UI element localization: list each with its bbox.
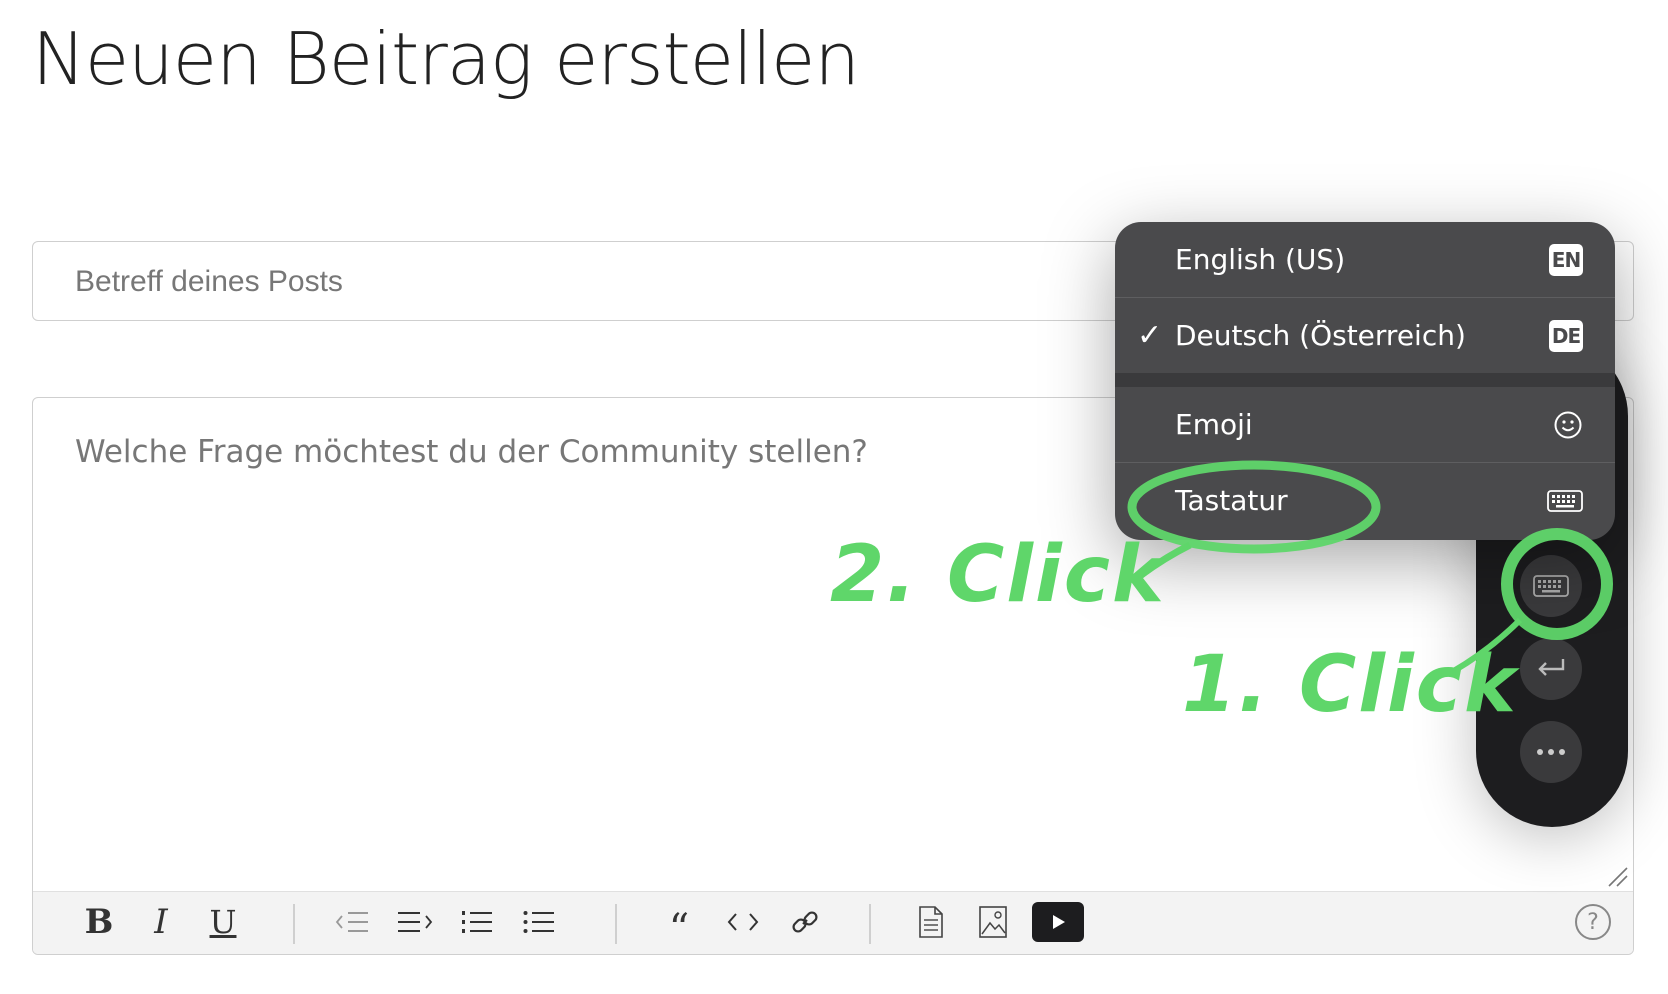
image-icon <box>979 906 1007 938</box>
keyboard-icon <box>1547 489 1583 512</box>
bullet-list-button[interactable] <box>515 900 563 944</box>
input-source-menu: English (US) EN ✓ Deutsch (Österreich) D… <box>1115 222 1615 540</box>
return-button[interactable] <box>1520 638 1582 700</box>
numbered-list-icon <box>462 911 492 933</box>
bold-icon: B <box>84 902 114 942</box>
insert-video-button[interactable] <box>1032 902 1084 942</box>
bold-button[interactable]: B <box>75 900 123 944</box>
more-options-button[interactable] <box>1520 721 1582 783</box>
formatting-toolbar: B I U “ ? <box>33 891 1633 954</box>
italic-icon: I <box>154 902 168 942</box>
language-badge-en: EN <box>1549 243 1583 276</box>
document-icon <box>919 906 943 938</box>
indent-icon <box>398 912 433 932</box>
keyboard-icon <box>1533 575 1569 597</box>
language-badge-de: DE <box>1549 319 1583 352</box>
smiley-icon <box>1554 411 1582 438</box>
bullet-list-icon <box>523 911 554 933</box>
more-icon <box>1537 749 1565 755</box>
subject-input[interactable] <box>73 264 977 300</box>
menu-item-label: Tastatur <box>1175 484 1288 517</box>
menu-section-gap <box>1115 373 1615 387</box>
annotation-step-2: 2. Click <box>830 530 1166 620</box>
code-icon <box>727 913 759 931</box>
code-button[interactable] <box>719 900 767 944</box>
toolbar-divider <box>615 904 617 944</box>
menu-item-label: Deutsch (Österreich) <box>1175 319 1466 352</box>
outdent-icon <box>335 912 368 932</box>
return-icon <box>1538 659 1565 676</box>
numbered-list-button[interactable] <box>453 900 501 944</box>
menu-item-english[interactable]: English (US) EN <box>1115 222 1615 297</box>
help-icon-glyph: ? <box>1587 909 1599 935</box>
italic-button[interactable]: I <box>137 900 185 944</box>
underline-button[interactable]: U <box>199 900 247 944</box>
attach-file-button[interactable] <box>907 900 955 944</box>
toolbar-divider <box>869 904 871 944</box>
quote-button[interactable]: “ <box>655 900 703 949</box>
checkmark-icon: ✓ <box>1137 318 1163 353</box>
menu-item-label: English (US) <box>1175 243 1346 276</box>
resize-handle-icon[interactable] <box>1607 866 1629 888</box>
quote-icon: “ <box>668 906 690 952</box>
help-button[interactable]: ? <box>1569 900 1617 944</box>
play-icon <box>1053 915 1065 929</box>
menu-item-emoji[interactable]: Emoji <box>1115 387 1615 462</box>
help-icon: ? <box>1575 904 1611 940</box>
menu-item-tastatur[interactable]: Tastatur <box>1115 463 1615 538</box>
link-button[interactable] <box>781 900 829 944</box>
menu-item-deutsch[interactable]: ✓ Deutsch (Österreich) DE <box>1115 298 1615 373</box>
underline-icon: U <box>209 903 237 941</box>
outdent-button[interactable] <box>329 900 377 944</box>
toolbar-divider <box>293 904 295 944</box>
insert-image-button[interactable] <box>969 900 1017 944</box>
link-icon <box>792 911 818 933</box>
indent-button[interactable] <box>391 900 439 944</box>
menu-item-label: Emoji <box>1175 408 1253 441</box>
annotation-step-1: 1. Click <box>1182 640 1518 730</box>
page-title: Neuen Beitrag erstellen <box>32 17 860 101</box>
keyboard-switch-button[interactable] <box>1520 555 1582 617</box>
